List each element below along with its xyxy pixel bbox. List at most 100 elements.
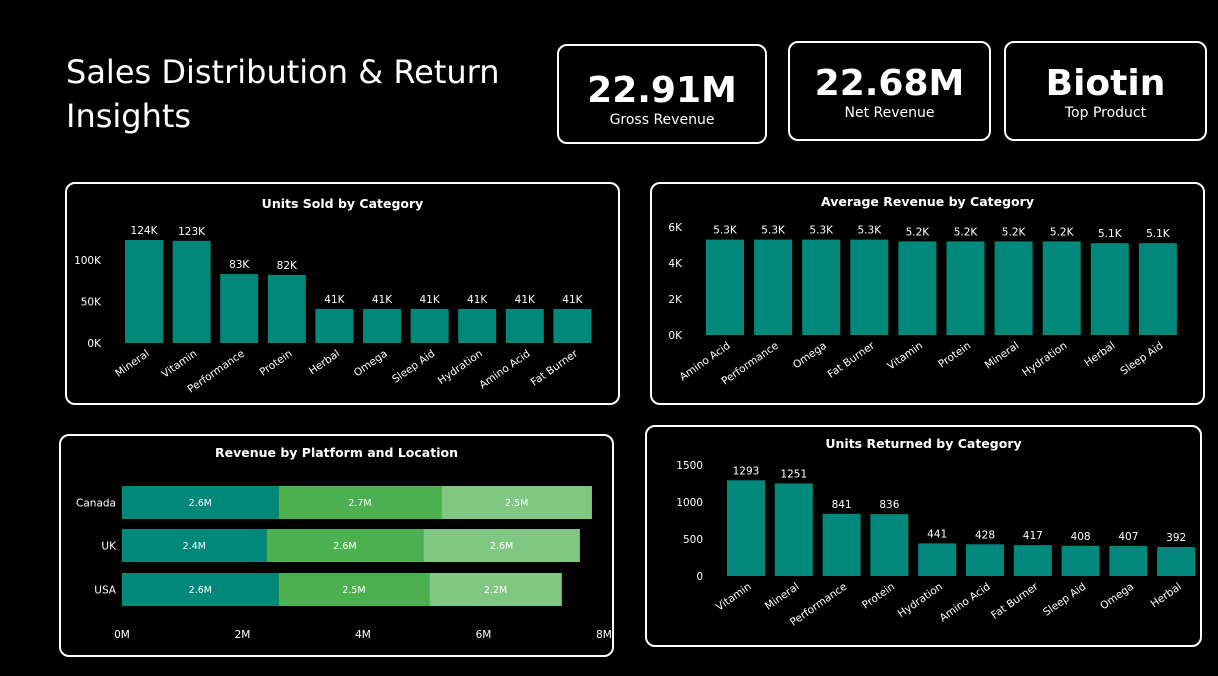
chart-title: Units Sold by Category: [262, 196, 424, 211]
bar: [315, 308, 354, 343]
data-label: 2.4M: [183, 541, 206, 552]
data-label: 123K: [178, 226, 206, 238]
x-tick-label: 8M: [596, 629, 612, 641]
x-tick-label: Amino Acid: [937, 581, 992, 625]
x-tick-label: Sleep Aid: [1118, 340, 1165, 378]
bar: [994, 241, 1033, 335]
data-label: 836: [879, 499, 899, 511]
y-tick-label: 100K: [74, 255, 102, 267]
data-label: 41K: [562, 294, 583, 306]
x-tick-label: Protein: [257, 348, 294, 379]
data-label: 5.1K: [1098, 228, 1123, 240]
data-label: 2.2M: [484, 585, 507, 596]
data-label: 41K: [419, 294, 440, 306]
data-label: 5.3K: [761, 225, 786, 237]
data-label: 41K: [467, 294, 488, 306]
data-label: 417: [1023, 530, 1043, 542]
avg-revenue-chart: Average Revenue by Category0K2K4K6K 5.3KA…: [668, 194, 1177, 388]
y-tick-label: 6K: [668, 222, 683, 234]
units-sold-chart: Units Sold by Category 0K 50K 100K 124K Miner…: [74, 196, 592, 396]
bar: [918, 543, 957, 576]
y-tick-label: 1000: [676, 497, 703, 509]
kpi-net-revenue-card[interactable]: 22.68M Net Revenue: [788, 41, 991, 141]
y-tick-label: 500: [683, 534, 703, 546]
units-returned-chart: Units Returned by Category 0 500 1000 1500 12…: [676, 436, 1196, 629]
data-label: 2.7M: [348, 498, 371, 509]
data-label: 41K: [324, 294, 345, 306]
bar: [267, 274, 306, 343]
data-label: 41K: [372, 294, 393, 306]
y-tick-label: 0K: [87, 338, 102, 350]
kpi-label: Gross Revenue: [609, 112, 715, 128]
kpi-label: Top Product: [1064, 105, 1147, 121]
y-tick-label: USA: [94, 585, 117, 597]
kpi-top-product-card[interactable]: Biotin Top Product: [1004, 41, 1207, 141]
x-tick-label: Mineral: [983, 340, 1022, 372]
data-label: 841: [832, 499, 852, 511]
bar: [410, 308, 449, 343]
x-tick-label: Herbal: [1149, 581, 1184, 611]
bar: [727, 480, 765, 576]
x-tick-label: Fat Burner: [989, 580, 1041, 621]
kpi-gross-revenue-card[interactable]: 22.91M Gross Revenue: [557, 44, 767, 144]
data-label: 441: [927, 528, 947, 540]
data-label: 2.6M: [189, 498, 212, 509]
units-returned-chart-panel[interactable]: Units Returned by Category 0 500 1000 1500 12…: [645, 425, 1202, 647]
kpi-label: Net Revenue: [844, 105, 935, 121]
bar: [1090, 243, 1129, 335]
bar: [802, 239, 841, 335]
x-tick-label: Fat Burner: [826, 339, 878, 380]
page-title: Sales Distribution & Return Insights: [66, 53, 500, 135]
data-label: 407: [1118, 531, 1138, 543]
platform-location-chart-panel[interactable]: Revenue by Platform and Location Canada 2.…: [59, 434, 614, 657]
data-label: 5.3K: [858, 225, 883, 237]
bar: [505, 308, 544, 343]
bar: [172, 240, 211, 343]
data-label: 1251: [780, 468, 807, 480]
kpi-value: 22.91M: [587, 70, 737, 111]
y-tick-label: UK: [101, 541, 117, 553]
bar: [1138, 243, 1177, 335]
data-label: 82K: [277, 260, 298, 272]
data-label: 2.6M: [189, 585, 212, 596]
y-tick-label: 4K: [668, 258, 683, 270]
x-tick-label: Fat Burner: [529, 347, 581, 388]
data-label: 428: [975, 529, 995, 541]
chart-title: Revenue by Platform and Location: [215, 445, 458, 460]
x-tick-label: 4M: [355, 629, 371, 641]
chart-title: Units Returned by Category: [825, 436, 1021, 451]
bar: [1013, 545, 1052, 576]
bar: [458, 308, 497, 343]
bar: [1061, 545, 1100, 576]
data-label: 5.1K: [1146, 228, 1171, 240]
bar: [898, 241, 937, 335]
data-label: 2.6M: [333, 541, 356, 552]
y-tick-label: 50K: [81, 296, 102, 308]
bar: [1157, 546, 1196, 576]
y-tick-label: 0K: [668, 330, 683, 342]
avg-revenue-chart-panel[interactable]: Average Revenue by Category 0K 2K 4K 6K 5.3K A…: [650, 182, 1205, 405]
data-label: 5.2K: [1002, 226, 1027, 238]
x-tick-label: Sleep Aid: [1041, 581, 1088, 619]
x-tick-label: Hydration: [1020, 340, 1069, 379]
y-tick-label: 2K: [668, 294, 683, 306]
bar: [363, 308, 401, 343]
bar: [822, 513, 861, 576]
x-tick-label: Protein: [936, 340, 973, 371]
x-tick-label: Protein: [860, 581, 897, 612]
x-tick-label: Vitamin: [159, 348, 199, 381]
data-label: 5.2K: [906, 226, 931, 238]
data-label: 1293: [733, 465, 760, 477]
x-tick-label: Herbal: [1082, 340, 1117, 370]
x-tick-label: Vitamin: [885, 340, 925, 373]
y-tick-label: Canada: [76, 498, 116, 510]
chart-title: Average Revenue by Category: [821, 194, 1034, 209]
bar: [850, 239, 889, 335]
x-tick-label: Omega: [791, 340, 829, 372]
x-tick-label: Mineral: [763, 581, 802, 613]
x-tick-label: Vitamin: [714, 581, 754, 614]
units-sold-chart-panel[interactable]: Units Sold by Category 0K 50K 100K 124K Miner…: [65, 182, 620, 405]
y-tick-label: 0: [696, 571, 703, 583]
bar: [966, 544, 1004, 576]
bar: [706, 239, 744, 335]
